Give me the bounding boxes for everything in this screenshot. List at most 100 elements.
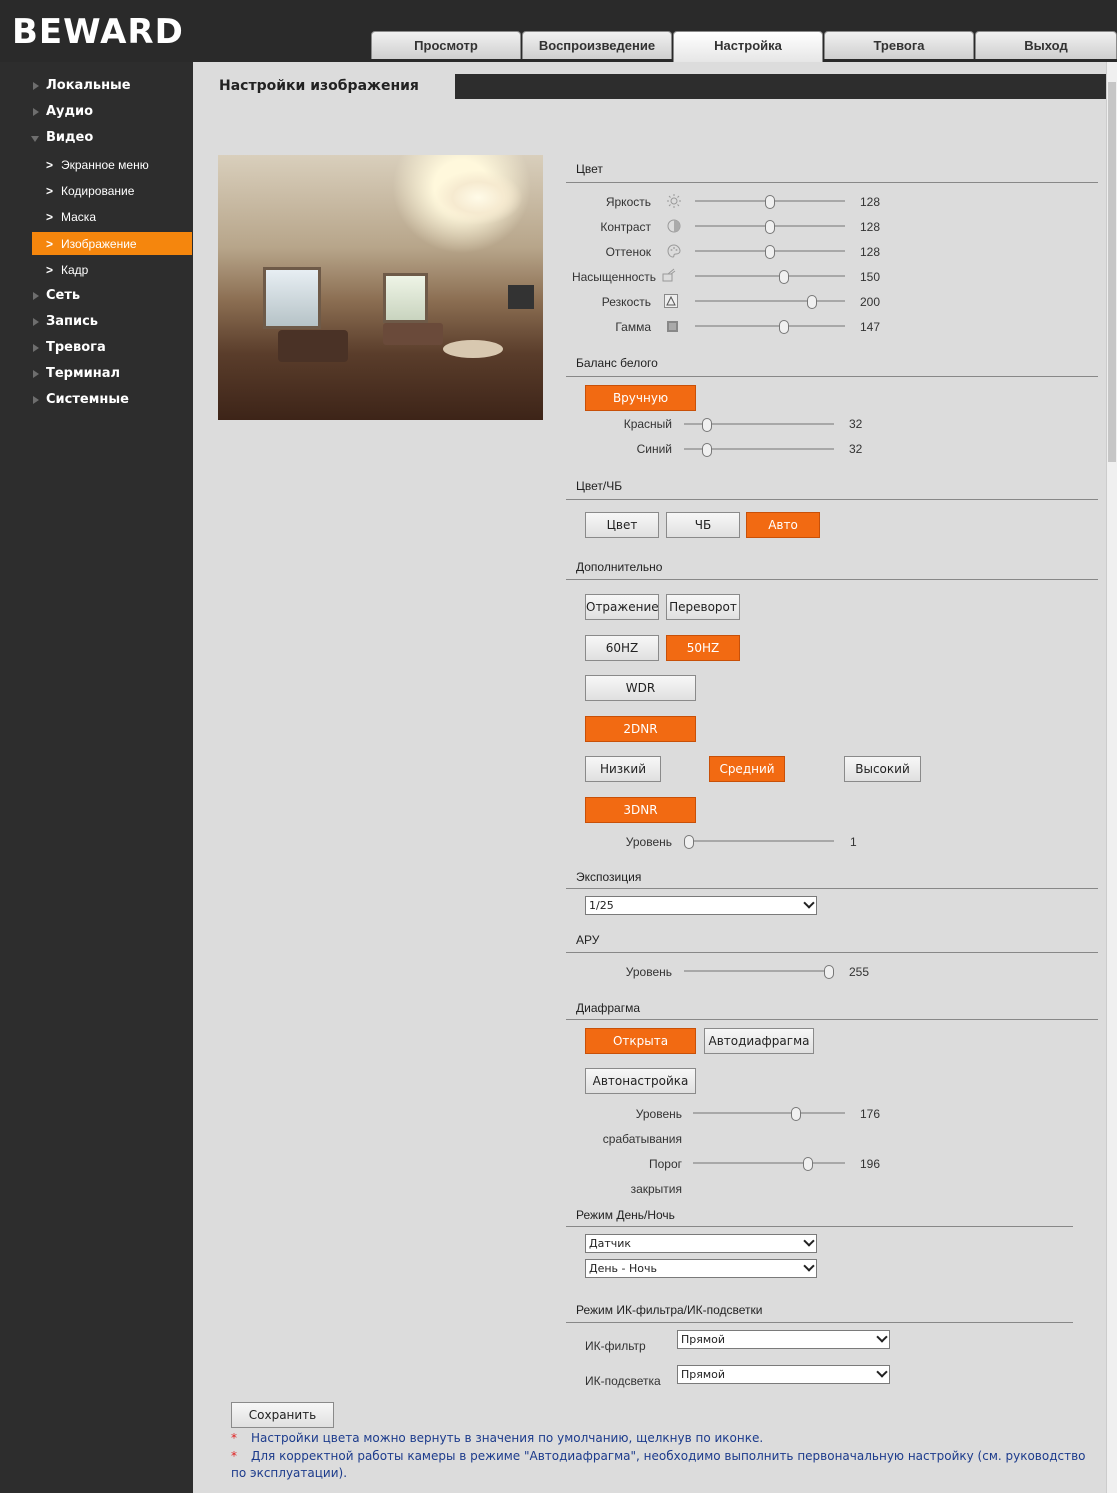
hue-slider[interactable] [695, 245, 845, 259]
tab-exit[interactable]: Выход [975, 31, 1117, 59]
color-mode-button[interactable]: Цвет [585, 512, 659, 538]
ir-filter-select[interactable]: Прямой [677, 1330, 890, 1349]
iris-close-label-2: закрытия [630, 1182, 682, 1196]
section-iris-title: Диафрагма [576, 1001, 641, 1015]
2dnr-button[interactable]: 2DNR [585, 716, 696, 742]
mirror-button[interactable]: Отражение [585, 594, 659, 620]
sidebar-item-image[interactable]: > Изображение [32, 232, 192, 255]
slider-thumb[interactable] [702, 443, 712, 457]
gamma-slider[interactable] [695, 320, 845, 334]
sidebar-item-label: Тревога [46, 340, 106, 355]
sidebar-item-terminal[interactable]: Терминал [0, 362, 193, 386]
slider-thumb[interactable] [765, 195, 775, 209]
sidebar-item-network[interactable]: Сеть [0, 284, 193, 308]
slider-thumb[interactable] [765, 245, 775, 259]
divider [566, 376, 1098, 377]
bw-mode-button[interactable]: ЧБ [666, 512, 740, 538]
note-autoiris-text: Для корректной работы камеры в режиме "А… [251, 1449, 1086, 1463]
save-button[interactable]: Сохранить [231, 1402, 334, 1428]
brightness-slider[interactable] [695, 195, 845, 209]
wb-red-value: 32 [849, 417, 863, 431]
sidebar-item-system[interactable]: Системные [0, 388, 193, 412]
sidebar-item-encoding[interactable]: > Кодирование [0, 179, 193, 203]
expand-arrow-icon [33, 108, 39, 116]
divider [566, 888, 1098, 889]
slider-thumb[interactable] [824, 965, 834, 979]
palette-icon[interactable] [667, 244, 681, 258]
agc-level-value: 255 [849, 965, 870, 979]
contrast-value: 128 [860, 220, 881, 234]
slider-thumb[interactable] [702, 418, 712, 432]
slider-thumb[interactable] [684, 835, 694, 849]
slider-thumb[interactable] [803, 1157, 813, 1171]
saturation-slider[interactable] [695, 270, 845, 284]
tab-settings[interactable]: Настройка [673, 31, 823, 62]
60hz-button[interactable]: 60HZ [585, 635, 659, 661]
contrast-slider[interactable] [695, 220, 845, 234]
wb-red-slider[interactable] [684, 418, 834, 432]
sidebar-item-osd[interactable]: > Экранное меню [0, 153, 193, 177]
wdr-button[interactable]: WDR [585, 675, 696, 701]
section-colorbw-title: Цвет/ЧБ [576, 479, 623, 493]
slider-thumb[interactable] [765, 220, 775, 234]
sun-icon[interactable] [667, 194, 681, 208]
brightness-value: 128 [860, 195, 881, 209]
saturation-icon[interactable] [662, 268, 676, 282]
exposure-select[interactable]: 1/25 [585, 896, 817, 915]
chevron-down-icon [803, 897, 815, 909]
auto-mode-button[interactable]: Авто [746, 512, 820, 538]
tab-view[interactable]: Просмотр [371, 31, 521, 59]
3dnr-level-slider[interactable] [684, 835, 834, 849]
sidebar-item-record[interactable]: Запись [0, 310, 193, 334]
sidebar-item-label: Видео [46, 130, 94, 145]
50hz-button[interactable]: 50HZ [666, 635, 740, 661]
vertical-scrollbar[interactable] [1106, 62, 1117, 1493]
wb-manual-button[interactable]: Вручную [585, 385, 696, 411]
iris-autotune-button[interactable]: Автонастройка [585, 1068, 696, 1094]
sidebar-item-label: Кодирование [61, 184, 135, 198]
tab-alarm[interactable]: Тревога [824, 31, 974, 59]
contrast-icon[interactable] [667, 219, 681, 233]
sidebar: Локальные Аудио Видео > Экранное меню > Ко… [0, 62, 193, 1493]
sidebar-item-frame[interactable]: > Кадр [0, 258, 193, 282]
ir-light-select[interactable]: Прямой [677, 1365, 890, 1384]
iris-close-label: Порог [648, 1157, 682, 1171]
sharpness-icon[interactable] [664, 294, 678, 308]
ir-filter-label: ИК-фильтр [585, 1339, 646, 1353]
scrollbar-thumb[interactable] [1108, 82, 1116, 462]
tab-playback[interactable]: Воспроизведение [522, 31, 672, 59]
sidebar-item-video[interactable]: Видео [0, 126, 193, 150]
hue-value: 128 [860, 245, 881, 259]
sidebar-item-local[interactable]: Локальные [0, 74, 193, 98]
3dnr-button[interactable]: 3DNR [585, 797, 696, 823]
slider-thumb[interactable] [779, 270, 789, 284]
iris-open-button[interactable]: Открыта [585, 1028, 696, 1054]
agc-level-slider[interactable] [684, 965, 834, 979]
sharpness-slider[interactable] [695, 295, 845, 309]
sidebar-item-label: Запись [46, 314, 99, 329]
wb-blue-slider[interactable] [684, 443, 834, 457]
expand-arrow-icon [33, 396, 39, 404]
low-button[interactable]: Низкий [585, 756, 661, 782]
divider [566, 1322, 1073, 1323]
saturation-label: Насыщенность [571, 270, 656, 284]
sidebar-item-mask[interactable]: > Маска [0, 205, 193, 229]
3dnr-level-value: 1 [850, 835, 857, 849]
daynight-mode-select[interactable]: День - Ночь [585, 1259, 817, 1278]
high-button[interactable]: Высокий [844, 756, 921, 782]
sidebar-item-audio[interactable]: Аудио [0, 100, 193, 124]
sidebar-item-alarm[interactable]: Тревога [0, 336, 193, 360]
iris-auto-button[interactable]: Автодиафрагма [704, 1028, 814, 1054]
medium-button[interactable]: Средний [709, 756, 785, 782]
slider-thumb[interactable] [791, 1107, 801, 1121]
section-daynight-title: Режим День/Ночь [576, 1208, 675, 1222]
section-ir-title: Режим ИК-фильтра/ИК-подсветки [576, 1303, 763, 1317]
daynight-source-select[interactable]: Датчик [585, 1234, 817, 1253]
slider-thumb[interactable] [779, 320, 789, 334]
iris-close-slider[interactable] [693, 1157, 845, 1171]
flip-button[interactable]: Переворот [666, 594, 740, 620]
slider-thumb[interactable] [807, 295, 817, 309]
iris-trigger-slider[interactable] [693, 1107, 845, 1121]
daynight-mode-value: День - Ночь [589, 1262, 657, 1275]
gamma-icon[interactable] [666, 320, 680, 334]
